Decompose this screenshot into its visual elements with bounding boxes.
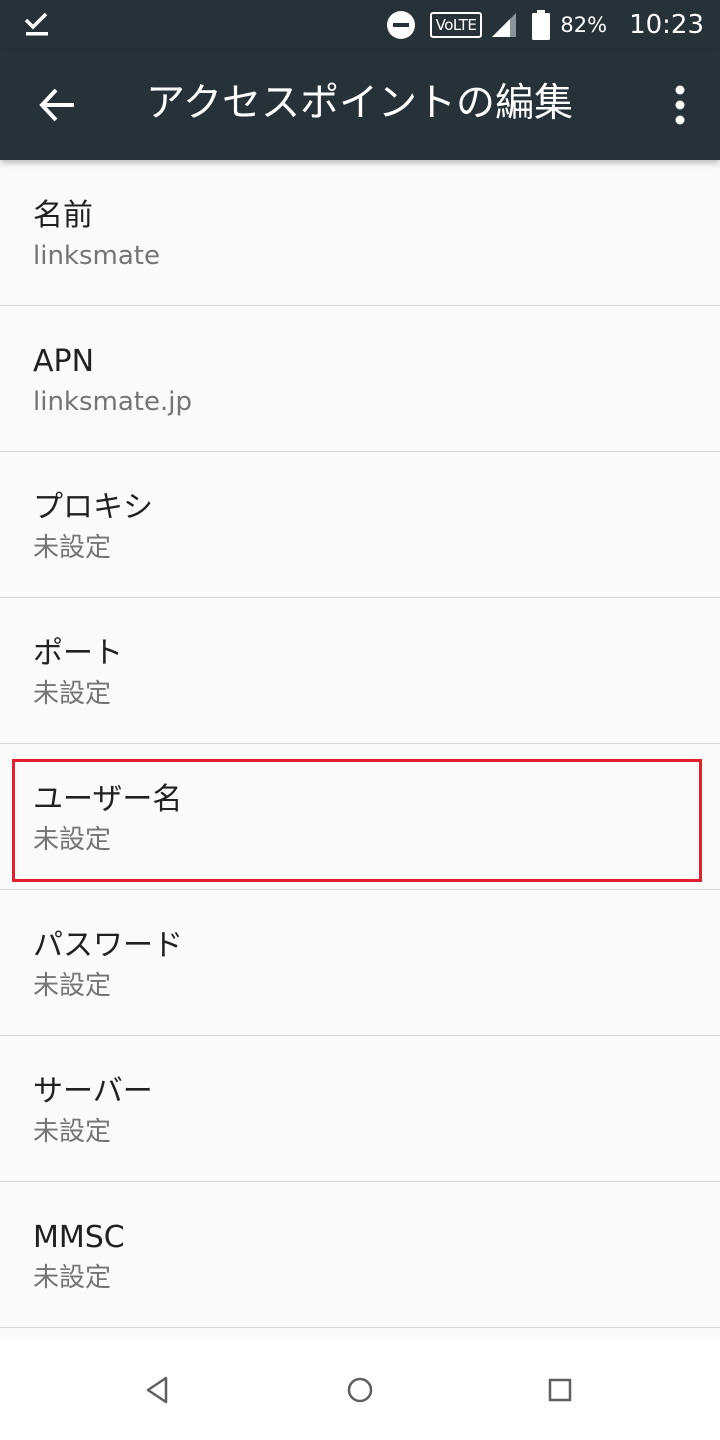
arrow-back-icon[interactable] bbox=[36, 84, 78, 126]
setting-title: プロキシ bbox=[33, 490, 153, 525]
setting-value: 未設定 bbox=[33, 679, 112, 709]
setting-title: パスワード bbox=[33, 928, 183, 963]
setting-value: 未設定 bbox=[33, 533, 112, 563]
setting-row-server[interactable]: サーバー 未設定 bbox=[0, 1036, 720, 1182]
battery-percent: 82% bbox=[560, 13, 608, 37]
setting-title: ユーザー名 bbox=[33, 782, 183, 817]
app-bar: アクセスポイントの編集 bbox=[0, 50, 720, 160]
setting-row-username[interactable]: ユーザー名 未設定 bbox=[0, 744, 720, 890]
page-title: アクセスポイントの編集 bbox=[146, 81, 574, 126]
setting-value: 未設定 bbox=[33, 825, 112, 855]
more-vert-icon[interactable] bbox=[670, 84, 690, 126]
nav-recents-icon[interactable] bbox=[538, 1368, 582, 1412]
setting-title: MMSC bbox=[33, 1220, 125, 1255]
setting-value: linksmate.jp bbox=[33, 387, 192, 417]
status-bar: VoLTE 82% 10:23 bbox=[0, 0, 720, 50]
setting-row-mmsc[interactable]: MMSC 未設定 bbox=[0, 1182, 720, 1328]
navigation-bar bbox=[0, 1340, 720, 1440]
setting-title: 名前 bbox=[33, 198, 93, 233]
setting-title: APN bbox=[33, 344, 95, 379]
battery-icon bbox=[532, 10, 551, 40]
setting-row-proxy[interactable]: プロキシ 未設定 bbox=[0, 452, 720, 598]
setting-row-name[interactable]: 名前 linksmate bbox=[0, 160, 720, 306]
setting-value: 未設定 bbox=[33, 971, 112, 1001]
setting-title: サーバー bbox=[33, 1074, 153, 1109]
setting-row-password[interactable]: パスワード 未設定 bbox=[0, 890, 720, 1036]
setting-title: ポート bbox=[33, 636, 123, 671]
setting-row-apn[interactable]: APN linksmate.jp bbox=[0, 306, 720, 452]
setting-value: linksmate bbox=[33, 241, 160, 271]
download-done-icon bbox=[24, 12, 48, 36]
setting-row-port[interactable]: ポート 未設定 bbox=[0, 598, 720, 744]
volte-icon: VoLTE bbox=[429, 12, 483, 38]
nav-back-icon[interactable] bbox=[136, 1368, 180, 1412]
setting-value: 未設定 bbox=[33, 1263, 112, 1293]
setting-value: 未設定 bbox=[33, 1117, 112, 1147]
do-not-disturb-icon bbox=[386, 11, 415, 39]
apn-settings-list: 名前 linksmate APN linksmate.jp プロキシ 未設定 ポ… bbox=[0, 160, 720, 1328]
signal-icon bbox=[492, 13, 517, 37]
clock: 10:23 bbox=[629, 10, 704, 40]
nav-home-icon[interactable] bbox=[338, 1368, 382, 1412]
